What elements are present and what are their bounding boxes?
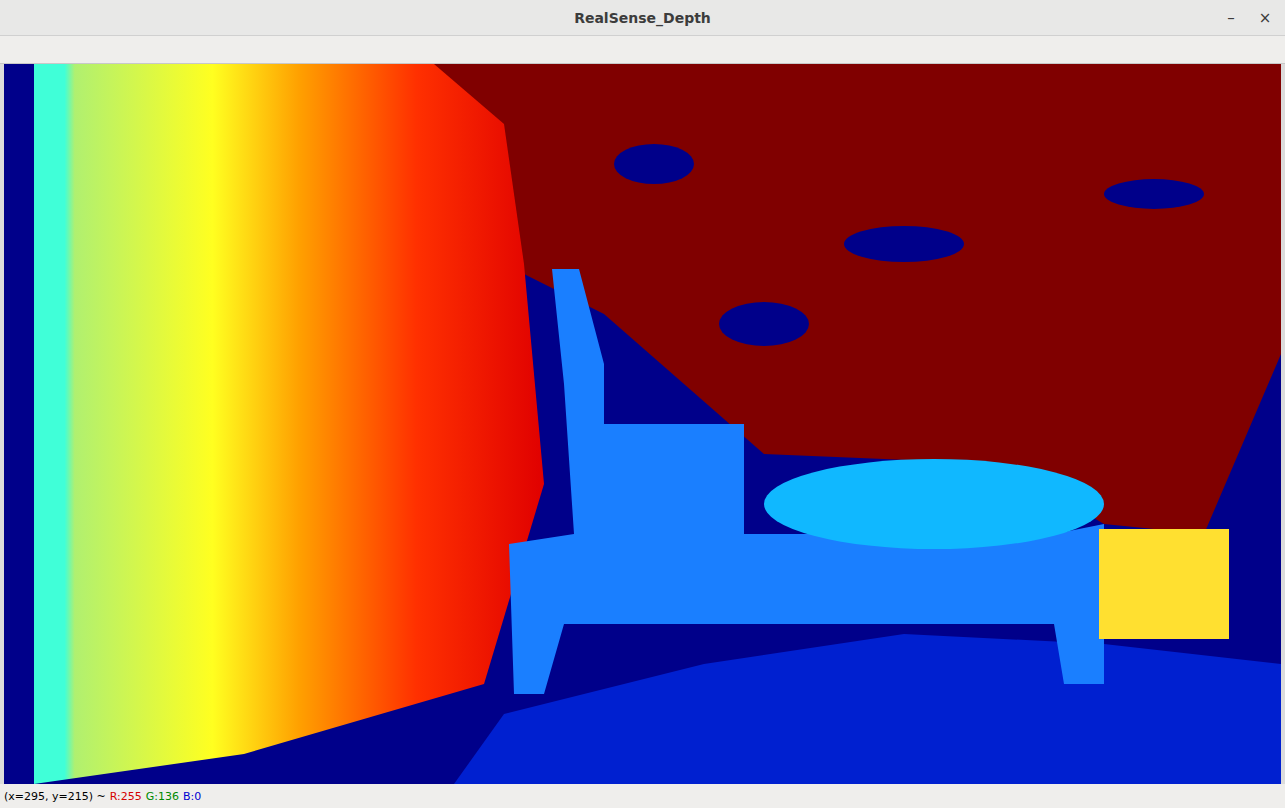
toolbar [0, 36, 1285, 64]
cursor-position: (x=295, y=215) ~ [4, 790, 106, 803]
image-area [0, 64, 1285, 784]
window-title: RealSense_Depth [574, 10, 711, 26]
pixel-value: G:136 [146, 790, 179, 803]
window: RealSense_Depth –× (x=295, y=215) ~ R:255 G:… [0, 0, 1285, 808]
minimize-button[interactable]: – [1219, 7, 1243, 29]
status-bar: (x=295, y=215) ~ R:255 G:136 B:0 [0, 784, 1285, 808]
pixel-value: B:0 [183, 790, 201, 803]
close-button[interactable]: × [1253, 7, 1277, 29]
title-bar: RealSense_Depth –× [0, 0, 1285, 36]
window-controls: –× [1219, 7, 1285, 29]
pixel-value: R:255 [110, 790, 142, 803]
depth-image[interactable] [4, 64, 1281, 784]
